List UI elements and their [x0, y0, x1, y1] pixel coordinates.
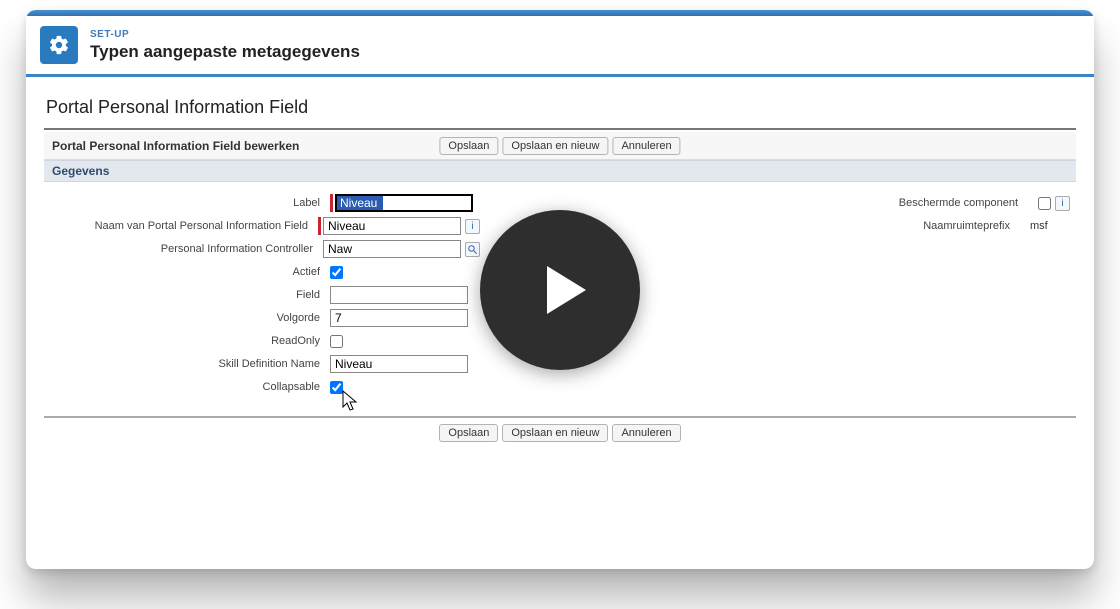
- readonly-checkbox[interactable]: [330, 335, 343, 348]
- protected-checkbox[interactable]: [1038, 197, 1051, 210]
- field-input[interactable]: [330, 286, 468, 304]
- info-icon[interactable]: i: [465, 219, 480, 234]
- name-input[interactable]: [323, 217, 461, 235]
- edit-bar-title: Portal Personal Information Field bewerk…: [52, 139, 299, 153]
- label-collapsable: Collapsable: [50, 381, 330, 393]
- label-order: Volgorde: [50, 312, 330, 324]
- controller-input[interactable]: [323, 240, 461, 258]
- save-and-new-button[interactable]: Opslaan en nieuw: [502, 137, 608, 155]
- info-icon[interactable]: i: [1055, 196, 1070, 211]
- save-button[interactable]: Opslaan: [439, 137, 498, 155]
- page-header: SET-UP Typen aangepaste metagegevens: [26, 16, 1094, 77]
- label-label: Label: [50, 197, 330, 209]
- active-checkbox[interactable]: [330, 266, 343, 279]
- section-gegevens: Gegevens: [44, 160, 1076, 182]
- breadcrumb: SET-UP: [90, 29, 360, 40]
- nsprefix-value: msf: [1030, 220, 1070, 232]
- label-input[interactable]: [335, 194, 473, 212]
- skill-input[interactable]: [330, 355, 468, 373]
- header-title: Typen aangepaste metagegevens: [90, 42, 360, 62]
- page-title: Portal Personal Information Field: [44, 87, 1076, 130]
- play-overlay-icon[interactable]: [480, 210, 640, 370]
- label-controller: Personal Information Controller: [50, 243, 323, 255]
- label-protected: Beschermde component: [899, 197, 1028, 209]
- label-skill: Skill Definition Name: [50, 358, 330, 370]
- collapsable-checkbox[interactable]: [330, 381, 343, 394]
- label-name: Naam van Portal Personal Information Fie…: [50, 220, 318, 232]
- lookup-icon[interactable]: [465, 242, 480, 257]
- cancel-button-bottom[interactable]: Annuleren: [612, 424, 680, 442]
- cancel-button[interactable]: Annuleren: [612, 137, 680, 155]
- save-button-bottom[interactable]: Opslaan: [439, 424, 498, 442]
- save-and-new-button-bottom[interactable]: Opslaan en nieuw: [502, 424, 608, 442]
- label-field: Field: [50, 289, 330, 301]
- order-input[interactable]: [330, 309, 468, 327]
- label-active: Actief: [50, 266, 330, 278]
- gear-icon: [40, 26, 78, 64]
- label-nsprefix: Naamruimteprefix: [923, 220, 1020, 232]
- label-readonly: ReadOnly: [50, 335, 330, 347]
